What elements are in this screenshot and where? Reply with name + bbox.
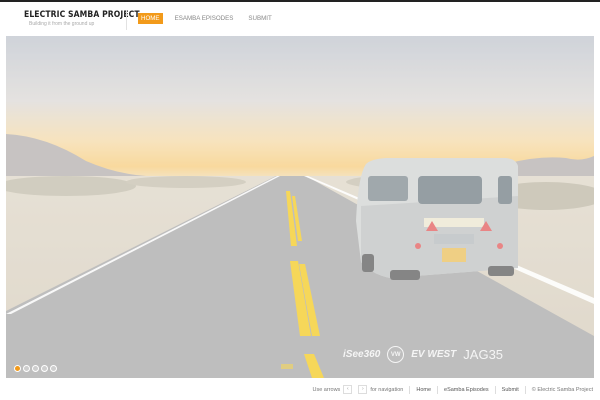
sponsor-jag35: JAG35 — [463, 347, 504, 362]
nav-divider — [126, 10, 127, 30]
hero-overlay — [6, 36, 594, 378]
footer-copyright: © Electric Samba Project — [531, 386, 593, 393]
nav-item-home[interactable]: HOME — [138, 13, 163, 24]
footer-divider — [437, 385, 439, 394]
main-nav: HOME ESAMBA EPISODES SUBMIT — [138, 13, 284, 24]
sponsor-ev-west: EV WEST — [411, 349, 457, 360]
footer-divider — [524, 385, 526, 394]
site-title[interactable]: ELECTRIC SAMBA PROJECT — [24, 10, 140, 20]
footer-link-submit[interactable]: Submit — [502, 387, 519, 393]
site-footer: Use arrows ‹ › for navigation Home eSamb… — [0, 380, 600, 400]
arrow-right-key-icon: › — [358, 385, 368, 394]
footer-divider — [494, 385, 496, 394]
sponsor-vw: VW — [387, 346, 405, 363]
slide-dot-1[interactable] — [14, 365, 21, 372]
nav-item-submit[interactable]: SUBMIT — [245, 13, 274, 24]
sponsor-isee360: iSee360 — [343, 349, 381, 360]
arrow-left-key-icon: ‹ — [343, 385, 353, 394]
slide-pagination — [14, 365, 57, 372]
hero-slider[interactable]: iSee360 VW EV WEST JAG35 — [6, 36, 594, 378]
slide-dot-5[interactable] — [50, 365, 57, 372]
for-navigation-text: for navigation — [370, 386, 404, 393]
site-logo[interactable]: ELECTRIC SAMBA PROJECT Building it from … — [24, 10, 140, 27]
footer-link-esamba-episodes[interactable]: eSamba Episodes — [444, 387, 489, 393]
slide-dot-3[interactable] — [32, 365, 39, 372]
site-tagline: Building it from the ground up — [29, 21, 95, 27]
sponsor-logos: iSee360 VW EV WEST JAG35 — [343, 346, 503, 363]
slide-dot-2[interactable] — [23, 365, 30, 372]
footer-divider — [409, 385, 411, 394]
footer-row: Use arrows ‹ › for navigation Home eSamb… — [312, 385, 593, 394]
nav-item-esamba-episodes[interactable]: ESAMBA EPISODES — [172, 13, 237, 24]
footer-link-home[interactable]: Home — [416, 387, 431, 393]
use-arrows-text: Use arrows — [312, 386, 341, 393]
site-header: ELECTRIC SAMBA PROJECT Building it from … — [0, 2, 600, 34]
slide-dot-4[interactable] — [41, 365, 48, 372]
